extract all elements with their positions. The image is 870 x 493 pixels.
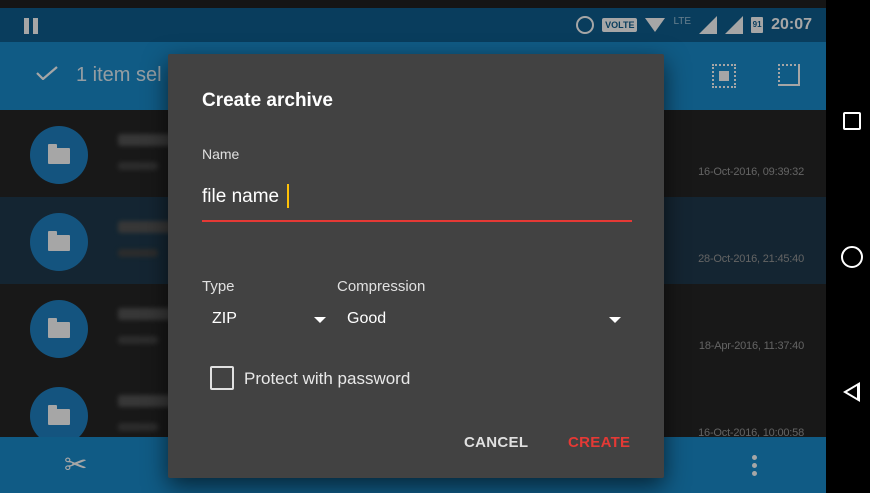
system-nav-bar — [826, 0, 870, 493]
archive-name-input[interactable] — [202, 182, 632, 222]
type-label: Type — [202, 278, 235, 295]
compression-label: Compression — [337, 278, 426, 295]
protect-password-label: Protect with password — [244, 369, 411, 388]
cancel-button[interactable]: CANCEL — [464, 434, 528, 451]
compression-value: Good — [347, 310, 387, 327]
type-value: ZIP — [212, 310, 237, 327]
create-archive-dialog: Create archive Name Type Compression ZIP… — [168, 54, 664, 478]
text-cursor — [287, 184, 289, 208]
compression-dropdown[interactable]: Good — [337, 308, 629, 332]
nav-back-icon[interactable] — [843, 382, 860, 402]
dropdown-arrow-icon — [609, 317, 621, 323]
screen: VOLTE LTE 91 20:07 1 item sel 16-Oct-201… — [0, 0, 826, 493]
create-button[interactable]: CREATE — [568, 434, 630, 451]
protect-password-checkbox[interactable] — [210, 366, 234, 390]
name-label: Name — [202, 146, 240, 162]
nav-recent-icon[interactable] — [843, 112, 861, 130]
dropdown-arrow-icon — [314, 317, 326, 323]
type-dropdown[interactable]: ZIP — [202, 308, 330, 332]
dialog-title: Create archive — [202, 90, 333, 111]
nav-home-icon[interactable] — [841, 246, 863, 268]
